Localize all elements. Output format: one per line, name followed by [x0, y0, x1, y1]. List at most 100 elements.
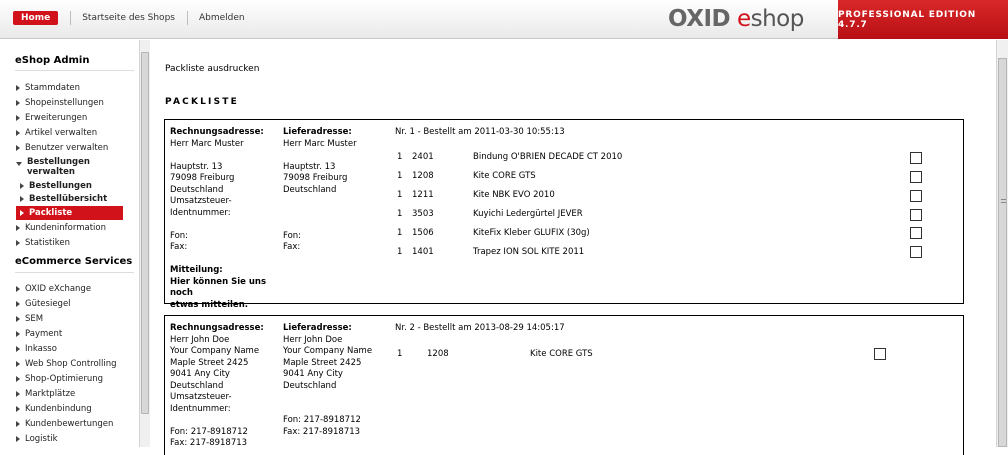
arrow-right-icon [16, 115, 20, 121]
divider [15, 70, 134, 71]
billing-label: Rechnungsadresse: [170, 323, 264, 333]
sidebar-subitem-bestelluebersicht[interactable]: Bestellübersicht [20, 192, 138, 206]
item-name: Kite CORE GTS [530, 349, 593, 359]
sidebar-item-kundeninformation[interactable]: Kundeninformation [16, 221, 134, 235]
sidebar-item-label-line: Bestellungen [27, 157, 90, 167]
arrow-right-icon [16, 346, 20, 352]
sidebar-subitem-packliste[interactable]: Packliste [16, 206, 123, 220]
top-bar: Home Startseite des Shops Abmelden OXID … [0, 0, 1008, 39]
pack-checkbox[interactable] [874, 348, 886, 360]
shop-start-link[interactable]: Startseite des Shops [82, 13, 175, 23]
sidebar-item-shopeinstellungen[interactable]: Shopeinstellungen [16, 96, 134, 110]
pack-checkbox[interactable] [910, 190, 922, 202]
billing-fon: Fon: 217-8918712 [170, 426, 248, 437]
sidebar-item-kundenbindung[interactable]: Kundenbindung [16, 402, 134, 416]
sidebar-item-label: Kundenbewertungen [25, 419, 114, 429]
main-content: Packliste ausdrucken PACKLISTE Rechnungs… [150, 40, 996, 455]
delivery-city: 79098 Freiburg [283, 173, 348, 183]
order-item-row: 1 1506 KiteFix Kleber GLUFIX (30g) [397, 228, 957, 242]
sidebar-item-label: Packliste [29, 208, 73, 218]
delivery-name: Herr John Doe [283, 334, 343, 345]
item-sku: 1208 [427, 349, 449, 359]
billing-name: Herr John Doe [170, 334, 230, 345]
sidebar-menu: eShop Admin Stammdaten Shopeinstellungen… [0, 40, 137, 447]
page-title: Packliste ausdrucken [165, 64, 260, 74]
arrow-right-icon [16, 240, 20, 246]
delivery-label: Lieferadresse: [283, 127, 352, 137]
delivery-label: Lieferadresse: [283, 323, 352, 333]
arrow-right-icon [16, 145, 20, 151]
arrow-right-icon [16, 316, 20, 322]
sidebar-item-guetesiegel[interactable]: Gütesiegel [16, 297, 134, 311]
sidebar-item-kundenbewertungen[interactable]: Kundenbewertungen [16, 417, 134, 431]
sidebar-item-oxid-exchange[interactable]: OXID eXchange [16, 282, 134, 296]
sidebar-item-label: Kundenbindung [25, 404, 92, 414]
delivery-city: 9041 Any City [283, 369, 343, 379]
sidebar-item-statistiken[interactable]: Statistiken [16, 236, 134, 250]
delivery-country: Deutschland [283, 380, 337, 391]
sidebar-item-label: Bestellübersicht [29, 194, 108, 204]
sidebar-item-logistik[interactable]: Logistik [16, 432, 134, 446]
main-scrollbar-thumb[interactable] [998, 58, 1007, 447]
sidebar-item-shop-optimierung[interactable]: Shop-Optimierung [16, 372, 134, 386]
vat-label: Identnummer: [170, 207, 231, 218]
order-item-row: 1 3503 Kuyichi Ledergürtel JEVER [397, 209, 957, 223]
sidebar-item-sem[interactable]: SEM [16, 312, 134, 326]
arrow-right-icon [16, 100, 20, 106]
pack-checkbox[interactable] [910, 152, 922, 164]
sidebar-item-web-shop-controlling[interactable]: Web Shop Controlling [16, 357, 134, 371]
message-text: Hier können Sie uns noch [170, 276, 267, 299]
pack-checkbox[interactable] [910, 227, 922, 239]
sidebar-title-services: eCommerce Services [15, 256, 133, 267]
item-qty: 1 [397, 349, 403, 359]
item-name: Kuyichi Ledergürtel JEVER [473, 209, 583, 219]
sidebar-item-label: Gütesiegel [25, 299, 71, 309]
sidebar-item-stammdaten[interactable]: Stammdaten [16, 81, 134, 95]
sidebar-item-label: Marktplätze [25, 389, 76, 399]
vat-label: Umsatzsteuer- [170, 196, 232, 206]
billing-company: Your Company Name [170, 346, 260, 356]
message-label: Mitteilung: [170, 265, 223, 275]
item-qty: 1 [397, 209, 403, 219]
vat-label: Identnummer: [170, 403, 231, 414]
pack-checkbox[interactable] [910, 246, 922, 258]
sidebar-subitem-bestellungen[interactable]: Bestellungen [20, 179, 138, 193]
arrow-right-icon [16, 225, 20, 231]
order-card: Rechnungsadresse: Herr Marc Muster Haupt… [164, 119, 964, 310]
sidebar-item-artikel[interactable]: Artikel verwalten [16, 126, 134, 140]
arrow-right-icon [16, 85, 20, 91]
item-sku: 1401 [412, 247, 434, 257]
sidebar-item-label: Logistik [25, 434, 58, 444]
pack-checkbox[interactable] [910, 209, 922, 221]
delivery-company [283, 150, 393, 162]
arrow-right-icon [16, 421, 20, 427]
sidebar-item-label: Stammdaten [25, 83, 81, 93]
arrow-right-icon [20, 196, 24, 202]
oxid-eshop-logo: OXID eshop [668, 5, 804, 33]
sidebar-item-bestellungen-verwalten[interactable]: Bestellungen verwalten [16, 157, 134, 179]
sidebar-item-marktplaetze[interactable]: Marktplätze [16, 387, 134, 401]
item-qty: 1 [397, 152, 403, 162]
sidebar-item-label: Statistiken [25, 238, 70, 248]
delivery-fon: Fon: 217-8918712 [283, 415, 361, 425]
pack-checkbox[interactable] [910, 171, 922, 183]
item-name: Bindung O'BRIEN DECADE CT 2010 [473, 152, 623, 162]
sidebar-item-benutzer[interactable]: Benutzer verwalten [16, 141, 134, 155]
main-scrollbar[interactable] [996, 40, 1008, 447]
arrow-right-icon [20, 183, 24, 189]
arrow-right-icon [16, 436, 20, 442]
sidebar-scrollbar[interactable] [139, 40, 150, 447]
sidebar-item-label: Shop-Optimierung [25, 374, 103, 384]
sidebar-item-inkasso[interactable]: Inkasso [16, 342, 134, 356]
sidebar-item-payment[interactable]: Payment [16, 327, 134, 341]
sidebar-item-erweiterungen[interactable]: Erweiterungen [16, 111, 134, 125]
logo-e-text: e [736, 6, 751, 32]
item-qty: 1 [397, 247, 403, 257]
sidebar-scrollbar-thumb[interactable] [141, 52, 149, 414]
home-link[interactable]: Home [13, 11, 59, 25]
logout-link[interactable]: Abmelden [199, 13, 245, 23]
